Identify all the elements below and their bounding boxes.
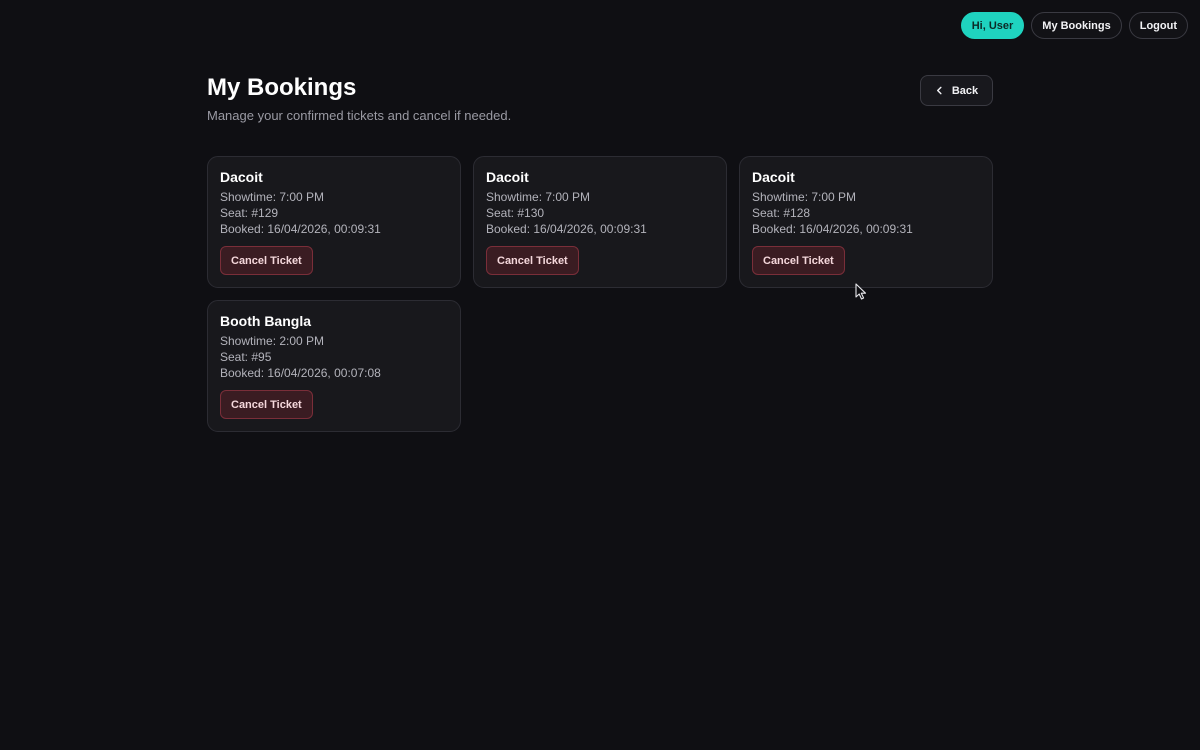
page-heading-group: My Bookings Manage your confirmed ticket…	[207, 74, 511, 123]
page-header: My Bookings Manage your confirmed ticket…	[207, 74, 993, 123]
cancel-ticket-button[interactable]: Cancel Ticket	[486, 246, 579, 275]
top-navigation: Hi, User My Bookings Logout	[960, 12, 1188, 39]
booking-showtime: Showtime: 7:00 PM	[220, 190, 325, 204]
booking-seat: Seat: #95	[220, 350, 272, 364]
booking-card: Dacoit Showtime: 7:00 PM Seat: #128 Book…	[739, 156, 993, 288]
page-title: My Bookings	[207, 74, 357, 101]
booking-date: Booked: 16/04/2026, 00:07:08	[220, 366, 381, 380]
booking-date: Booked: 16/04/2026, 00:09:31	[486, 222, 647, 236]
my-bookings-nav-button[interactable]: My Bookings	[1031, 12, 1122, 39]
booking-showtime: Showtime: 7:00 PM	[752, 190, 857, 204]
bookings-page: My Bookings Manage your confirmed ticket…	[207, 74, 993, 432]
booking-card: Booth Bangla Showtime: 2:00 PM Seat: #95…	[207, 300, 461, 432]
user-greeting-button[interactable]: Hi, User	[960, 12, 1025, 39]
booking-showtime: Showtime: 2:00 PM	[220, 334, 325, 348]
booking-date: Booked: 16/04/2026, 00:09:31	[220, 222, 381, 236]
back-label: Back	[951, 84, 979, 97]
cancel-ticket-button[interactable]: Cancel Ticket	[220, 390, 313, 419]
booking-movie-title: Booth Bangla	[220, 313, 311, 329]
mouse-pointer-icon	[855, 283, 867, 300]
bookings-grid: Dacoit Showtime: 7:00 PM Seat: #129 Book…	[207, 156, 993, 432]
logout-button[interactable]: Logout	[1128, 12, 1188, 39]
cancel-ticket-button[interactable]: Cancel Ticket	[752, 246, 845, 275]
booking-movie-title: Dacoit	[752, 169, 795, 185]
booking-movie-title: Dacoit	[220, 169, 263, 185]
booking-card: Dacoit Showtime: 7:00 PM Seat: #130 Book…	[473, 156, 727, 288]
booking-card: Dacoit Showtime: 7:00 PM Seat: #129 Book…	[207, 156, 461, 288]
page-subtitle: Manage your confirmed tickets and cancel…	[207, 108, 512, 123]
booking-showtime: Showtime: 7:00 PM	[486, 190, 591, 204]
booking-seat: Seat: #128	[752, 206, 811, 220]
cancel-ticket-button[interactable]: Cancel Ticket	[220, 246, 313, 275]
booking-seat: Seat: #130	[486, 206, 545, 220]
back-button[interactable]: Back	[920, 75, 993, 106]
booking-seat: Seat: #129	[220, 206, 279, 220]
booking-date: Booked: 16/04/2026, 00:09:31	[752, 222, 913, 236]
chevron-left-icon	[936, 86, 942, 95]
booking-movie-title: Dacoit	[486, 169, 529, 185]
